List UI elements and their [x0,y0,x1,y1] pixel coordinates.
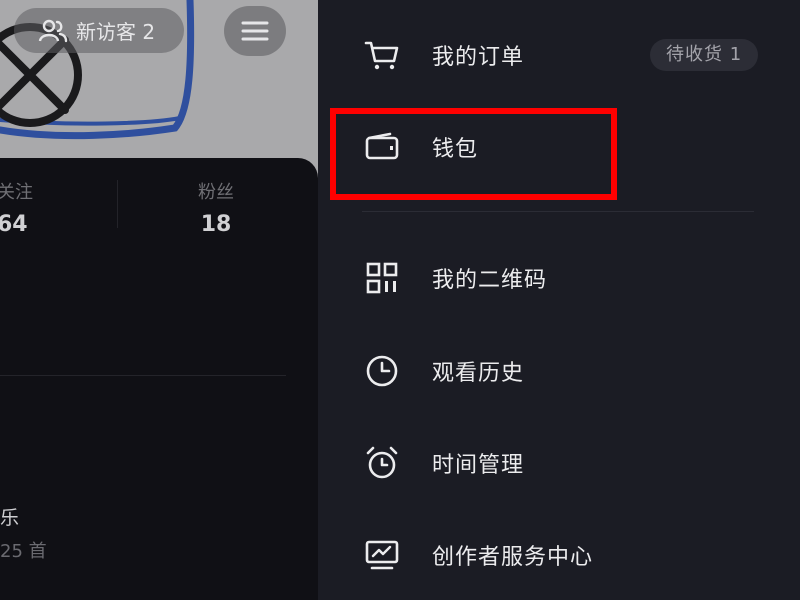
menu-item-label: 观看历史 [432,361,525,386]
side-drawer-menu: 我的订单 待收货 1 钱包 我的二维码 观看历史 时间管理 创作者服务中心 [318,0,800,600]
music-playlist-count: 25 首 [0,541,47,562]
hamburger-menu-button[interactable] [224,6,286,56]
new-visitors-button[interactable]: 新访客 2 [14,8,184,53]
visitor-label: 新访客 2 [76,20,156,44]
wallet-icon [362,127,402,167]
alarm-clock-icon [362,443,402,483]
menu-item-creator-center[interactable]: 创作者服务中心 [318,525,800,585]
following-stat[interactable]: 关注 64 [0,178,40,237]
profile-stats-card [0,158,318,600]
fans-count: 18 [200,212,232,237]
clock-icon [362,351,402,391]
creator-monitor-icon [362,535,402,575]
orders-status-badge: 待收货 1 [650,39,759,71]
menu-item-my-qrcode[interactable]: 我的二维码 [318,248,800,308]
menu-divider [362,211,754,212]
stats-divider [117,180,118,228]
following-count: 64 [0,212,28,237]
profile-divider [0,375,286,376]
menu-item-label: 创作者服务中心 [432,545,594,570]
menu-item-watch-history[interactable]: 观看历史 [318,341,800,401]
music-playlist-title[interactable]: 乐 [0,503,19,530]
menu-item-label: 我的订单 [432,45,525,70]
hamburger-icon [241,21,269,41]
menu-item-wallet[interactable]: 钱包 [318,117,800,177]
menu-item-label: 我的二维码 [432,268,548,293]
visitors-icon [38,19,68,42]
fans-stat[interactable]: 粉丝 18 [180,178,252,237]
cart-icon [362,35,402,75]
profile-page-dimmed: 新访客 2 关注 64 粉丝 18 乐 25 首 [0,0,318,600]
menu-item-label: 时间管理 [432,453,525,478]
menu-item-label: 钱包 [432,137,479,162]
qrcode-icon [362,258,402,298]
menu-item-time-management[interactable]: 时间管理 [318,433,800,493]
following-label: 关注 [0,182,33,203]
fans-label: 粉丝 [198,182,234,203]
